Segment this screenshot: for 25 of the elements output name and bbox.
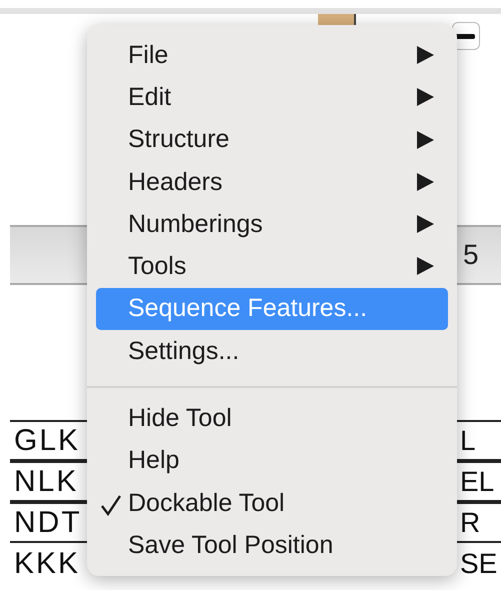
menu-item[interactable]: File — [96, 34, 448, 76]
submenu-arrow-icon — [417, 215, 434, 234]
sequence-text: EL — [460, 466, 496, 498]
submenu-arrow-icon — [417, 88, 434, 106]
menu-item[interactable]: Help — [96, 440, 448, 482]
menu-item[interactable]: Dockable Tool — [96, 482, 448, 524]
menu-item[interactable]: Edit — [96, 76, 448, 119]
menu-item[interactable]: Settings... — [96, 330, 448, 372]
sequence-text: GLK — [14, 424, 80, 458]
sequence-text: KKK — [14, 546, 80, 580]
position-label: 5 — [463, 239, 480, 271]
submenu-arrow-icon — [417, 46, 434, 64]
menu-item[interactable]: Numberings — [96, 203, 448, 246]
menu-item[interactable]: Structure — [96, 118, 448, 161]
sequence-text: R — [460, 506, 482, 538]
submenu-arrow-icon — [417, 172, 434, 191]
sequence-text: L — [460, 424, 477, 456]
sequence-text: NLK — [14, 464, 78, 498]
menu-item[interactable]: Save Tool Position — [96, 524, 448, 567]
sequence-text: SE — [460, 548, 498, 580]
submenu-arrow-icon — [417, 130, 434, 149]
menu-item[interactable]: Hide Tool — [96, 397, 448, 440]
sequence-text: NDT — [14, 506, 82, 540]
menu-item[interactable]: Headers — [96, 160, 448, 204]
checkmark-icon — [100, 494, 122, 516]
